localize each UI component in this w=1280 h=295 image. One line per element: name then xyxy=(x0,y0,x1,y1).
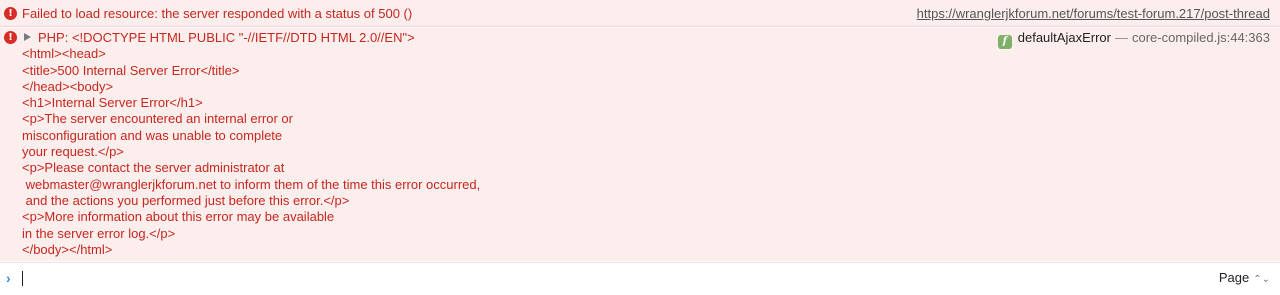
error-icon: ! xyxy=(4,31,17,44)
error-body: PHP: <!DOCTYPE HTML PUBLIC "-//IETF//DTD… xyxy=(22,30,480,258)
function-name: defaultAjaxError xyxy=(1017,30,1111,45)
console-error-message[interactable]: ! Failed to load resource: the server re… xyxy=(0,0,1280,27)
source-url-link[interactable]: https://wranglerjkforum.net/forums/test-… xyxy=(917,6,1270,22)
error-icon: ! xyxy=(4,7,17,20)
console-panel: ! Failed to load resource: the server re… xyxy=(0,0,1280,295)
source-location-link[interactable]: core-compiled.js:44:363 xyxy=(1132,30,1270,45)
error-message-text: Failed to load resource: the server resp… xyxy=(22,6,413,21)
console-prompt: › Page ⌃⌄ xyxy=(0,262,1280,295)
error-body-text: <html><head> <title>500 Internal Server … xyxy=(22,46,481,257)
updown-arrows-icon: ⌃⌄ xyxy=(1253,274,1270,285)
context-label: Page xyxy=(1218,270,1250,285)
function-icon: f xyxy=(997,35,1012,49)
prompt-chevron-icon: › xyxy=(6,270,11,286)
call-site: f defaultAjaxError — core-compiled.js:44:36… xyxy=(997,30,1270,49)
console-error-message[interactable]: ! PHP: <!DOCTYPE HTML PUBLIC "-//IETF//D… xyxy=(0,28,1280,261)
console-input[interactable] xyxy=(22,269,1206,289)
error-first-line: PHP: <!DOCTYPE HTML PUBLIC "-//IETF//DTD… xyxy=(38,30,415,45)
separator: — xyxy=(1114,30,1128,45)
execution-context-select[interactable]: Page ⌃⌄ xyxy=(1219,270,1270,285)
